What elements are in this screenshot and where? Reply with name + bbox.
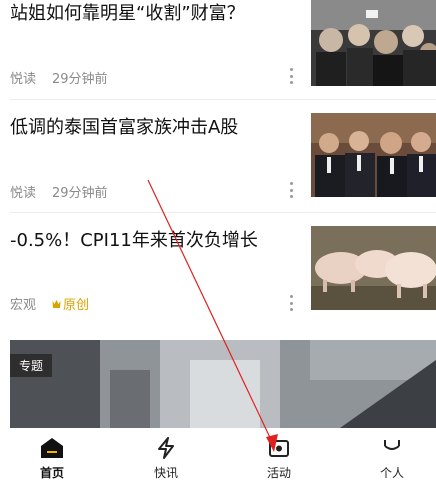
article-card[interactable]: 低调的泰国首富家族冲击A股 悦读 29分钟前 <box>0 100 436 212</box>
article-thumbnail[interactable] <box>311 113 436 197</box>
tab-activity-label: 活动 <box>266 466 291 480</box>
lightning-icon <box>153 436 179 460</box>
home-icon <box>39 436 65 460</box>
article-card[interactable]: -0.5%！CPI11年来首次负增长 宏观 原创 <box>0 213 436 328</box>
person-icon <box>379 436 405 460</box>
article-title[interactable]: 低调的泰国首富家族冲击A股 <box>10 116 238 140</box>
tab-home-label: 首页 <box>39 466 64 480</box>
topic-tag: 专题 <box>10 354 53 377</box>
topic-banner[interactable]: 专题 <box>10 340 436 428</box>
activity-icon <box>266 436 292 460</box>
tab-profile-label: 个人 <box>379 466 404 480</box>
more-options-icon[interactable] <box>288 182 294 198</box>
article-source: 悦读 <box>10 186 37 201</box>
original-badge: 原创 <box>52 294 89 313</box>
article-meta: 悦读 29分钟前 <box>10 182 108 201</box>
tab-flash[interactable]: 快讯 <box>126 428 206 484</box>
article-title[interactable]: 站姐如何靠明星“收割”财富？ <box>10 2 245 26</box>
original-badge-label: 原创 <box>63 298 90 313</box>
article-thumbnail[interactable] <box>311 0 436 86</box>
tab-flash-label: 快讯 <box>153 466 178 480</box>
tab-home[interactable]: 首页 <box>12 428 92 484</box>
article-source: 宏观 <box>10 298 37 313</box>
article-card[interactable]: 站姐如何靠明星“收割”财富？ 悦读 29分钟前 <box>0 0 436 96</box>
article-time: 29分钟前 <box>52 186 108 201</box>
article-source: 悦读 <box>10 72 37 87</box>
article-meta: 悦读 29分钟前 <box>10 68 108 87</box>
tab-activity[interactable]: 活动 <box>239 428 319 484</box>
bottom-tab-bar: 首页 快讯 活动 个人 <box>0 428 436 484</box>
article-title[interactable]: -0.5%！CPI11年来首次负增长 <box>10 229 258 253</box>
topic-banner-image <box>10 340 436 428</box>
crown-icon <box>52 299 61 308</box>
article-thumbnail[interactable] <box>311 226 436 310</box>
more-options-icon[interactable] <box>288 68 294 84</box>
tab-profile[interactable]: 个人 <box>352 428 432 484</box>
more-options-icon[interactable] <box>288 295 294 311</box>
article-meta: 宏观 原创 <box>10 294 89 313</box>
article-time: 29分钟前 <box>52 72 108 87</box>
